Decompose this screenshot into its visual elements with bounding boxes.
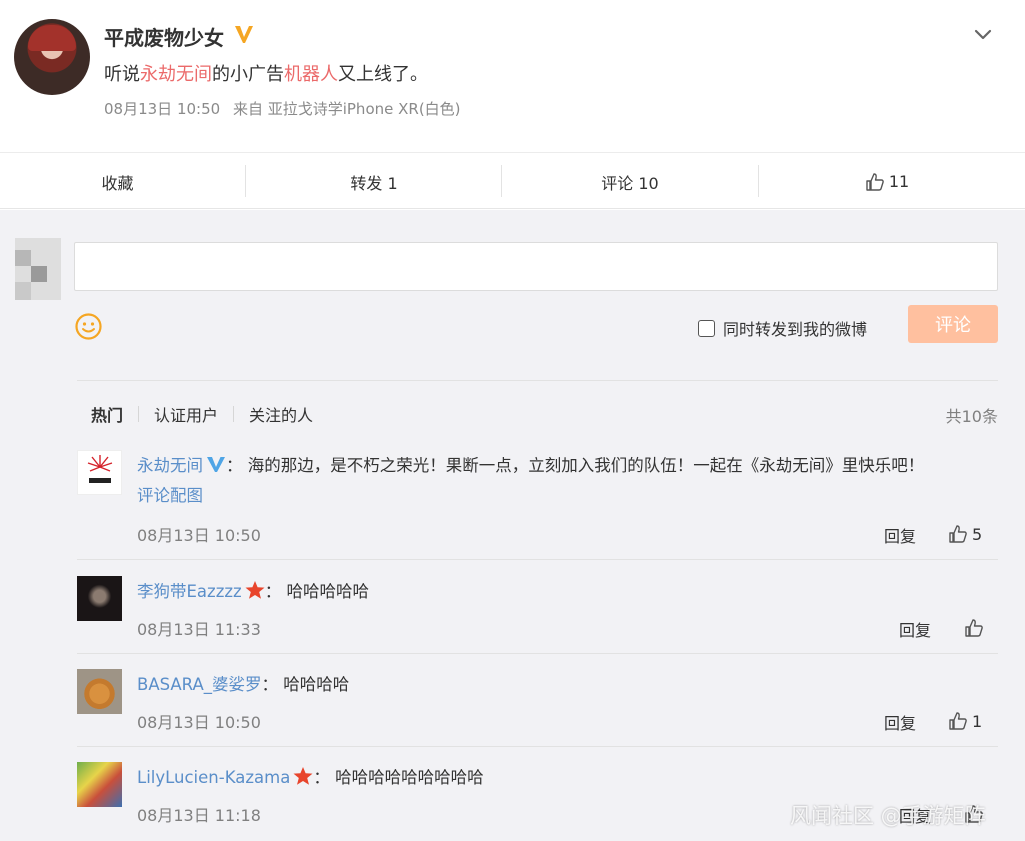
action-bar: 收藏 转发 1 评论 10 11: [0, 152, 1025, 209]
divider: [77, 653, 998, 654]
comment-body: BASARA_婆娑罗： 哈哈哈哈: [137, 669, 997, 701]
comment-separator: ：: [313, 768, 330, 787]
comment-total: 共10条: [945, 407, 998, 426]
post-text-part: 又上线了。: [338, 64, 428, 85]
commenter-name[interactable]: 永劫无间: [137, 456, 203, 475]
star-badge-icon: [293, 767, 313, 785]
post-text-part: 听说: [104, 64, 140, 85]
comment-text: 海的那边，是不朽之荣光！果断一点，立刻加入我们的队伍！一起在《永劫无间》里快乐吧…: [247, 456, 925, 475]
emoji-icon[interactable]: [74, 312, 103, 341]
reply-button[interactable]: 回复: [884, 710, 916, 734]
topic-link[interactable]: 永劫无间: [140, 64, 212, 85]
post-time[interactable]: 08月13日 10:50: [104, 100, 220, 118]
repost-button[interactable]: 转发 1: [246, 153, 502, 210]
comment-text: 哈哈哈哈哈: [286, 582, 369, 601]
post-source: 来自 亚拉戈诗学iPhone XR(白色): [232, 100, 461, 118]
star-badge-icon: [245, 581, 265, 599]
comment-time: 08月13日 10:50: [137, 713, 261, 732]
post-text: 听说永劫无间的小广告机器人又上线了。: [104, 60, 428, 86]
author-name[interactable]: 平成废物少女: [104, 22, 224, 51]
commenter-name[interactable]: LilyLucien-Kazama: [137, 768, 290, 787]
comment-body: 永劫无间 ： 海的那边，是不朽之荣光！果断一点，立刻加入我们的队伍！一起在《永劫无…: [137, 450, 997, 506]
chevron-down-icon[interactable]: [972, 24, 994, 46]
comment-time: 08月13日 11:33: [137, 620, 261, 639]
comment-time: 08月13日 10:50: [137, 526, 261, 545]
commenter-avatar[interactable]: [77, 576, 122, 621]
post-text-part: 的小广告: [212, 64, 284, 85]
comment-like-count: 1: [972, 711, 983, 731]
current-user-avatar: [15, 238, 61, 300]
comment-button[interactable]: 评论 10: [502, 153, 758, 210]
favorite-label: 收藏: [101, 173, 134, 193]
commenter-avatar[interactable]: [77, 669, 122, 714]
comment-body: 李狗带Eazzzz ： 哈哈哈哈哈: [137, 576, 997, 608]
thumbs-up-icon: [866, 172, 884, 191]
comment-filter-tabs: 热门 认证用户 关注的人: [91, 402, 313, 426]
comment-like-button[interactable]: 1: [948, 711, 982, 731]
tab-following[interactable]: 关注的人: [249, 402, 313, 426]
commenter-avatar[interactable]: [77, 450, 122, 495]
comment-text: 哈哈哈哈: [283, 675, 350, 694]
verified-v-icon: [207, 457, 225, 472]
divider: [77, 559, 998, 560]
comment-separator: ：: [261, 675, 279, 694]
comment-like-button[interactable]: 5: [948, 524, 982, 544]
author-avatar[interactable]: [14, 19, 90, 95]
weibo-post: 平成废物少女 听说永劫无间的小广告机器人又上线了。 08月13日 10:50 来…: [0, 0, 1025, 210]
reply-button[interactable]: 回复: [899, 617, 931, 641]
like-button[interactable]: 11: [759, 153, 1015, 210]
keyword-link[interactable]: 机器人: [284, 64, 338, 85]
comment-separator: ：: [226, 456, 243, 475]
tab-hot[interactable]: 热门: [91, 402, 123, 426]
divider: [77, 380, 998, 381]
watermark: 风闻社区 @手游矩阵: [790, 804, 986, 828]
thumbs-up-icon: [949, 712, 967, 730]
checkbox[interactable]: [698, 319, 715, 337]
comment-label: 评论 10: [601, 173, 659, 193]
comment-input[interactable]: [74, 242, 998, 291]
commenter-avatar[interactable]: [77, 762, 122, 807]
comment-text: 哈哈哈哈哈哈哈哈哈: [335, 768, 484, 787]
comment-item: 永劫无间 ： 海的那边，是不朽之荣光！果断一点，立刻加入我们的队伍！一起在《永劫无…: [77, 450, 998, 558]
tab-verified-users[interactable]: 认证用户: [154, 402, 218, 426]
tab-separator: [138, 406, 140, 422]
thumbs-up-icon: [949, 525, 967, 543]
comment-item: 李狗带Eazzzz ： 哈哈哈哈哈 08月13日 11:33 回复: [77, 576, 998, 646]
verified-badge-icon: [235, 26, 253, 43]
tab-separator: [233, 406, 235, 422]
divider: [77, 746, 998, 747]
repost-to-my-weibo-checkbox[interactable]: 同时转发到我的微博: [698, 316, 867, 340]
comment-separator: ：: [264, 582, 282, 601]
comment-item: BASARA_婆娑罗： 哈哈哈哈 08月13日 10:50 回复 1: [77, 669, 998, 739]
comment-body: LilyLucien-Kazama ： 哈哈哈哈哈哈哈哈哈: [137, 762, 997, 794]
comment-time: 08月13日 11:18: [137, 806, 261, 825]
commenter-name[interactable]: 李狗带Eazzzz: [137, 582, 242, 601]
reply-button[interactable]: 回复: [884, 523, 916, 547]
repost-label: 转发 1: [350, 173, 398, 193]
thumbs-up-icon: [965, 619, 983, 637]
like-count: 11: [888, 172, 910, 191]
favorite-button[interactable]: 收藏: [0, 153, 235, 210]
submit-comment-button[interactable]: 评论: [908, 305, 998, 343]
comment-like-count: 5: [972, 524, 983, 544]
comment-like-button[interactable]: [964, 618, 988, 638]
view-comment-image-link[interactable]: 评论配图: [137, 482, 997, 506]
commenter-name[interactable]: BASARA_婆娑罗: [137, 675, 262, 694]
post-meta: 08月13日 10:50 来自 亚拉戈诗学iPhone XR(白色): [104, 98, 461, 119]
repost-checkbox-label: 同时转发到我的微博: [723, 320, 868, 339]
